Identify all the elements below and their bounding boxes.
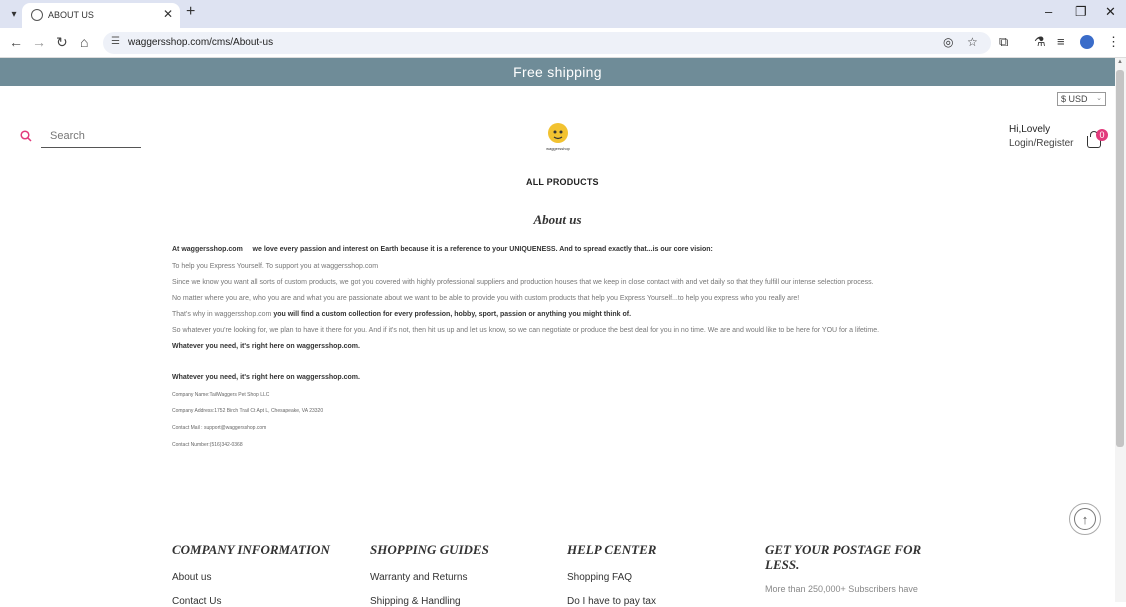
currency-value: $ USD bbox=[1061, 94, 1088, 104]
footer-heading-shopping: SHOPPING GUIDES bbox=[370, 542, 489, 557]
minimize-icon[interactable]: – bbox=[1045, 4, 1052, 19]
address-bar[interactable]: ☰ waggersshop.com/cms/About-us ◎ ☆ bbox=[103, 32, 991, 54]
greeting: Hi,Lovely bbox=[1009, 124, 1051, 135]
home-icon[interactable]: ⌂ bbox=[80, 34, 88, 50]
about-paragraph-5: So whatever you're looking for, we plan … bbox=[172, 327, 880, 334]
contact-mail: Contact Mail : support@waggersshop.com bbox=[172, 425, 267, 431]
extensions-icon[interactable]: ⧉ bbox=[999, 34, 1008, 50]
login-register-link[interactable]: Login/Register bbox=[1009, 138, 1073, 149]
free-shipping-banner: Free shipping bbox=[0, 58, 1115, 86]
footer-link-about-us[interactable]: About us bbox=[172, 572, 211, 583]
search-icon[interactable] bbox=[20, 130, 32, 142]
logo-text: waggersshop bbox=[546, 146, 571, 151]
logo[interactable]: waggersshop bbox=[542, 120, 574, 152]
star-icon[interactable]: ☆ bbox=[967, 35, 978, 49]
browser-tab[interactable]: ABOUT US ✕ bbox=[22, 3, 180, 28]
browser-tabbar: ▾ ABOUT US ✕ + – ❐ ✕ bbox=[0, 0, 1126, 28]
globe-icon bbox=[31, 9, 43, 21]
about-paragraph-6: Whatever you need, it's right here on wa… bbox=[172, 343, 360, 350]
page-title: About us bbox=[533, 212, 582, 227]
about-intro: At waggersshop.com we love every passion… bbox=[172, 246, 713, 253]
back-to-top-button[interactable]: ↑ bbox=[1069, 503, 1101, 535]
url-text[interactable]: waggersshop.com/cms/About-us bbox=[128, 37, 273, 48]
p4-bold: you will find a custom collection for ev… bbox=[273, 311, 632, 318]
footer-heading-company: COMPANY INFORMATION bbox=[172, 542, 330, 557]
menu-icon[interactable]: ⋮ bbox=[1107, 34, 1120, 50]
about-paragraph-2: Since we know you want all sorts of cust… bbox=[172, 279, 874, 286]
cart-count-badge: 0 bbox=[1096, 129, 1108, 141]
about-paragraph-3: No matter where you are, who you are and… bbox=[172, 295, 800, 302]
back-icon[interactable]: ← bbox=[9, 34, 23, 50]
p4-pre: That's why in waggersshop.com bbox=[172, 311, 272, 318]
tab-title: ABOUT US bbox=[48, 10, 94, 20]
scroll-up-icon[interactable]: ▲ bbox=[1117, 59, 1123, 65]
flask-icon[interactable]: ⚗ bbox=[1034, 34, 1046, 50]
company-address: Company Address:1752 Birch Trail Ct Apt … bbox=[172, 408, 324, 414]
site-info-icon[interactable]: ☰ bbox=[111, 36, 120, 47]
close-icon[interactable]: ✕ bbox=[163, 7, 173, 21]
about-paragraph-7: Whatever you need, it's right here on wa… bbox=[172, 374, 360, 381]
reload-icon[interactable]: ↻ bbox=[56, 34, 68, 51]
footer-link-faq[interactable]: Shopping FAQ bbox=[567, 572, 632, 583]
about-paragraph-4: That's why in waggersshop.com you will f… bbox=[172, 311, 631, 318]
about-paragraph-1: To help you Express Yourself. To support… bbox=[172, 263, 379, 270]
tab-list-chevron-down-icon[interactable]: ▾ bbox=[6, 6, 22, 22]
currency-select[interactable]: $ USD ⌄ bbox=[1057, 92, 1106, 106]
new-tab-plus-icon[interactable]: + bbox=[186, 3, 195, 21]
footer-heading-newsletter: GET YOUR POSTAGE FOR bbox=[765, 542, 922, 557]
arrow-up-icon: ↑ bbox=[1074, 508, 1096, 530]
intro-site: At waggersshop.com bbox=[172, 246, 243, 253]
media-icon[interactable]: ≡ bbox=[1057, 34, 1065, 49]
eye-off-icon[interactable]: ◎ bbox=[943, 35, 953, 49]
scrollbar-thumb[interactable] bbox=[1116, 70, 1124, 447]
contact-number: Contact Number:(516)342-0368 bbox=[172, 442, 243, 448]
search-field[interactable] bbox=[41, 126, 155, 148]
intro-text: we love every passion and interest on Ea… bbox=[252, 246, 713, 253]
nav-all-products[interactable]: ALL PRODUCTS bbox=[526, 177, 599, 187]
restore-icon[interactable]: ❐ bbox=[1075, 4, 1087, 20]
newsletter-text: More than 250,000+ Subscribers have bbox=[765, 584, 918, 594]
search-input[interactable] bbox=[41, 128, 155, 144]
browser-toolbar: ← → ↻ ⌂ ☰ waggersshop.com/cms/About-us ◎… bbox=[0, 28, 1126, 58]
window-close-icon[interactable]: ✕ bbox=[1105, 4, 1116, 20]
footer-heading-newsletter-2: LESS. bbox=[765, 557, 800, 572]
footer-heading-help: HELP CENTER bbox=[567, 542, 657, 557]
profile-icon[interactable] bbox=[1080, 35, 1094, 49]
company-name: Company Name:TailWaggers Pet Shop LLC bbox=[172, 392, 270, 398]
chevron-down-icon: ⌄ bbox=[1096, 95, 1102, 102]
forward-icon[interactable]: → bbox=[32, 34, 46, 50]
footer-link-warranty[interactable]: Warranty and Returns bbox=[370, 572, 467, 583]
